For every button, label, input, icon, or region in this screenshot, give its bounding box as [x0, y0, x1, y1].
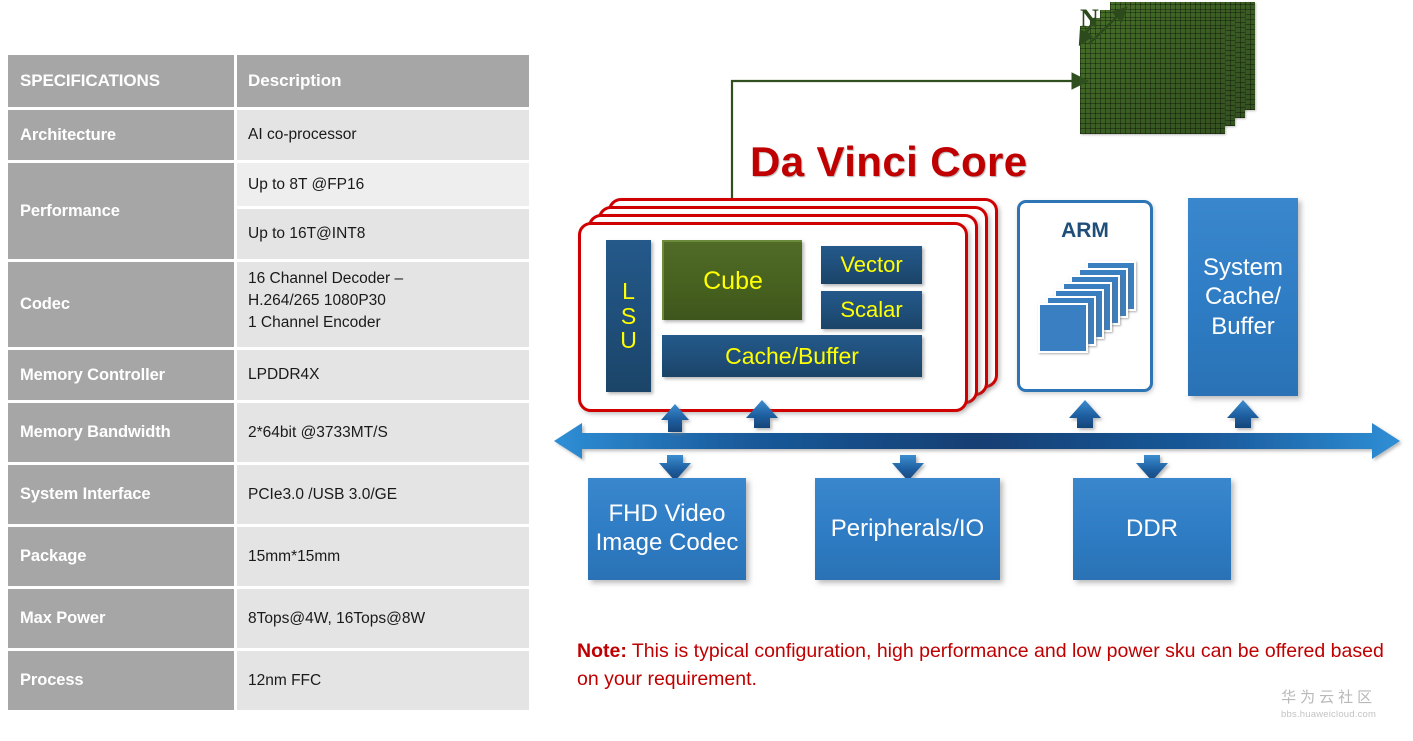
row-value: 12nm FFC	[237, 651, 529, 710]
block-ddr: DDR	[1073, 478, 1231, 580]
row-value-line: 16 Channel Decoder –	[248, 270, 404, 287]
table-row: Performance Up to 8T @FP16 Up to 16T@INT…	[8, 163, 529, 259]
matrix-n-label: N	[1080, 4, 1099, 33]
row-value: AI co-processor	[237, 110, 529, 160]
row-key-memory-bandwidth: Memory Bandwidth	[8, 403, 234, 462]
watermark-cn-text: 华为云社区	[1281, 688, 1377, 706]
row-values-performance: Up to 8T @FP16 Up to 16T@INT8	[237, 163, 529, 259]
system-cache-line1: System	[1202, 254, 1283, 282]
row-values-codec: 16 Channel Decoder – H.264/265 1080P30 1…	[237, 262, 529, 347]
row-value-multiline: 16 Channel Decoder – H.264/265 1080P30 1…	[237, 262, 529, 347]
row-values-process: 12nm FFC	[237, 651, 529, 710]
table-row: Architecture AI co-processor	[8, 110, 529, 160]
row-key-system-interface: System Interface	[8, 465, 234, 524]
block-scalar: Scalar	[821, 291, 922, 329]
table-header-description-wrap: Description	[237, 55, 529, 107]
table-header-row: SPECIFICATIONS Description	[8, 55, 529, 107]
table-row: Package 15mm*15mm	[8, 527, 529, 586]
block-vector: Vector	[821, 246, 922, 284]
lsu-letter-s: S	[620, 302, 637, 329]
table-row: Process 12nm FFC	[8, 651, 529, 710]
lsu-letter-u: U	[620, 327, 637, 354]
matrix-stack-graphic: N	[1068, 2, 1258, 137]
row-value: 8Tops@4W, 16Tops@8W	[237, 589, 529, 648]
row-key-max-power: Max Power	[8, 589, 234, 648]
row-value: 15mm*15mm	[237, 527, 529, 586]
fhd-line1: FHD Video	[608, 500, 726, 528]
arm-core-cards-icon	[1036, 261, 1144, 356]
system-cache-line3: Buffer	[1211, 312, 1275, 340]
fhd-text: FHD Video Image Codec	[596, 500, 739, 558]
row-value: Up to 8T @FP16	[237, 163, 529, 206]
watermark-url: bbs.huaweicloud.com	[1281, 709, 1377, 720]
page-title: Da Vinci Core	[750, 138, 1028, 185]
arrow-arm-to-bus	[1069, 400, 1101, 428]
table-row: Memory Controller LPDDR4X	[8, 350, 529, 400]
row-values-architecture: AI co-processor	[237, 110, 529, 160]
row-values-max-power: 8Tops@4W, 16Tops@8W	[237, 589, 529, 648]
note-body: This is typical configuration, high perf…	[577, 640, 1384, 690]
table-header-specifications: SPECIFICATIONS	[8, 55, 234, 107]
arm-core-card	[1038, 303, 1088, 353]
row-value: LPDDR4X	[237, 350, 529, 400]
row-key-package: Package	[8, 527, 234, 586]
table-header-description: Description	[237, 55, 529, 107]
block-system-cache-buffer: System Cache/ Buffer	[1188, 198, 1298, 396]
row-value: Up to 16T@INT8	[237, 209, 529, 259]
slide-root: SPECIFICATIONS Description Architecture …	[0, 0, 1413, 741]
row-key-process: Process	[8, 651, 234, 710]
row-value: 2*64bit @3733MT/S	[237, 403, 529, 462]
specifications-table: SPECIFICATIONS Description Architecture …	[8, 55, 529, 713]
note-label: Note:	[577, 640, 627, 662]
block-cache-buffer: Cache/Buffer	[662, 335, 922, 377]
row-values-package: 15mm*15mm	[237, 527, 529, 586]
row-values-system-interface: PCIe3.0 /USB 3.0/GE	[237, 465, 529, 524]
system-cache-line2: Cache/	[1204, 283, 1282, 311]
block-fhd-video-image-codec: FHD Video Image Codec	[588, 478, 746, 580]
fhd-line2: Image Codec	[595, 529, 739, 556]
row-key-memory-controller: Memory Controller	[8, 350, 234, 400]
lsu-letter-l: L	[622, 277, 635, 304]
arrow-syscache-to-bus	[1227, 400, 1259, 428]
row-values-memory-bandwidth: 2*64bit @3733MT/S	[237, 403, 529, 462]
system-cache-text: System Cache/ Buffer	[1203, 253, 1283, 341]
block-lsu: L S U	[606, 240, 651, 392]
row-value-line: H.264/265 1080P30	[248, 292, 386, 309]
row-key-codec: Codec	[8, 262, 234, 347]
row-key-performance: Performance	[8, 163, 234, 259]
architecture-diagram: N Da Vinci Core L S U Cube Vector Scalar	[540, 0, 1413, 741]
row-value-line: 1 Channel Encoder	[248, 314, 381, 331]
block-peripherals-io: Peripherals/IO	[815, 478, 1000, 580]
table-row: Codec 16 Channel Decoder – H.264/265 108…	[8, 262, 529, 347]
row-value: PCIe3.0 /USB 3.0/GE	[237, 465, 529, 524]
table-row: System Interface PCIe3.0 /USB 3.0/GE	[8, 465, 529, 524]
arm-label: ARM	[1061, 219, 1109, 242]
row-values-memory-controller: LPDDR4X	[237, 350, 529, 400]
table-row: Max Power 8Tops@4W, 16Tops@8W	[8, 589, 529, 648]
table-row: Memory Bandwidth 2*64bit @3733MT/S	[8, 403, 529, 462]
row-key-architecture: Architecture	[8, 110, 234, 160]
block-cube: Cube	[662, 240, 802, 320]
block-arm: ARM	[1017, 200, 1153, 392]
watermark: 华为云社区 bbs.huaweicloud.com	[1281, 686, 1376, 720]
